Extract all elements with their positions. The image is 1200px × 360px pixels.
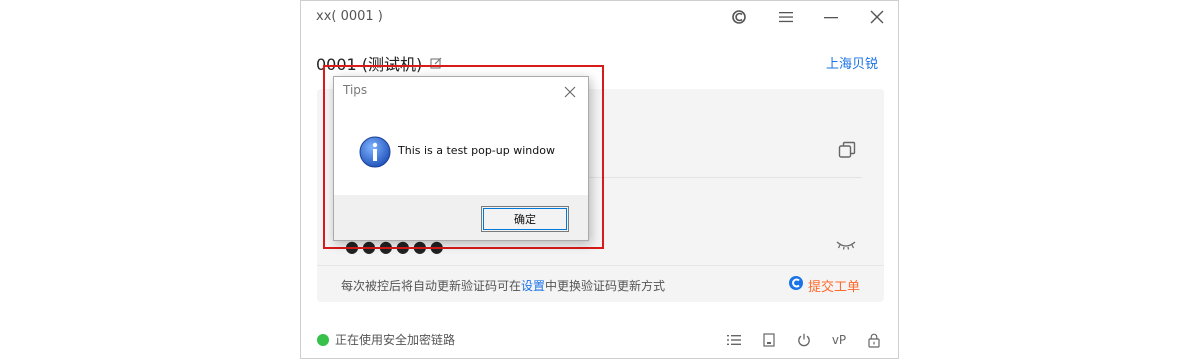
- notice-suffix: 中更换验证码更新方式: [545, 279, 666, 293]
- lock-icon[interactable]: [864, 330, 884, 350]
- ticket-logo-icon: [788, 275, 804, 295]
- brand-logo-icon[interactable]: [729, 7, 749, 27]
- notice-prefix: 每次被控后将自动更新验证码可在: [341, 279, 522, 293]
- status-text: 正在使用安全加密链路: [335, 333, 456, 347]
- vp-button[interactable]: vP: [829, 330, 849, 350]
- window-title: xx( 0001 ): [316, 9, 383, 24]
- bottom-toolbar: vP: [724, 330, 884, 350]
- power-icon[interactable]: [794, 330, 814, 350]
- dialog-close-icon[interactable]: [564, 83, 578, 98]
- submit-ticket-button[interactable]: 提交工单: [788, 275, 860, 295]
- info-icon: [359, 136, 391, 168]
- close-icon[interactable]: [867, 7, 887, 27]
- dialog-message: This is a test pop-up window: [398, 144, 555, 157]
- eye-closed-icon[interactable]: [836, 235, 856, 254]
- device-icon[interactable]: [759, 330, 779, 350]
- ok-button[interactable]: 确定: [481, 206, 569, 232]
- status-dot: [317, 333, 329, 346]
- tips-dialog: Tips This is a test pop-up window 确定: [333, 76, 589, 241]
- ticket-label: 提交工单: [807, 279, 860, 295]
- menu-icon[interactable]: [776, 7, 796, 27]
- notice-bar: 每次被控后将自动更新验证码可在设置中更换验证码更新方式 提交工单: [317, 265, 884, 302]
- title-bar: xx( 0001 ): [301, 1, 898, 33]
- notice-text: 每次被控后将自动更新验证码可在设置中更换验证码更新方式: [341, 277, 665, 294]
- dialog-body: This is a test pop-up window: [334, 103, 588, 195]
- copy-icon[interactable]: [838, 141, 856, 163]
- minimize-icon[interactable]: [821, 7, 841, 27]
- dialog-footer: 确定: [334, 195, 588, 240]
- settings-link[interactable]: 设置: [521, 279, 545, 293]
- connection-status: 正在使用安全加密链路: [317, 331, 455, 348]
- org-link[interactable]: 上海贝锐: [826, 53, 878, 72]
- list-icon[interactable]: [724, 330, 744, 350]
- dialog-title: Tips: [343, 83, 368, 97]
